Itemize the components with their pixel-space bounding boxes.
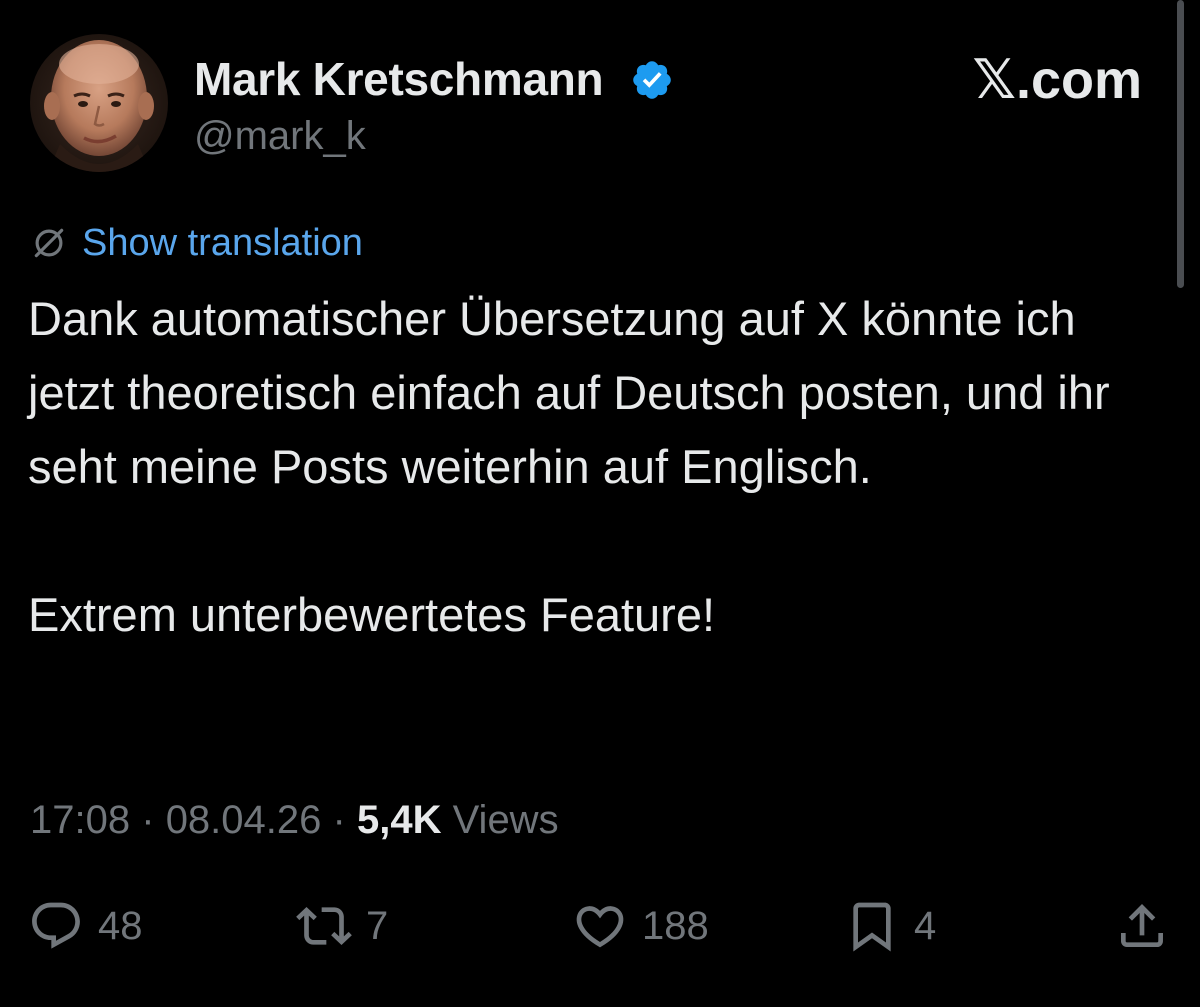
repost-count: 7 [366, 903, 389, 948]
author-name[interactable]: Mark Kretschmann [194, 52, 604, 106]
share-icon [1121, 904, 1163, 947]
avatar-photo [30, 34, 168, 172]
scrollbar[interactable] [1177, 0, 1184, 288]
post-time[interactable]: 17:08 [30, 798, 130, 842]
verified-badge-icon[interactable] [630, 58, 674, 102]
avatar[interactable] [30, 34, 168, 172]
post-meta: 17:08 · 08.04.26 · 5,4K Views [30, 798, 559, 843]
like-count: 188 [642, 903, 709, 948]
bookmark-icon [853, 902, 891, 952]
post-paragraph: Dank automatischer Übersetzung auf X kön… [28, 292, 1110, 493]
bookmark-button[interactable]: 4 [844, 896, 936, 956]
post-date[interactable]: 08.04.26 [166, 798, 322, 842]
translate-icon [34, 228, 64, 258]
views-label: Views [452, 798, 559, 842]
heart-icon [576, 906, 624, 948]
meta-separator: · [332, 798, 346, 842]
reply-icon [32, 902, 80, 949]
like-button[interactable]: 188 [572, 896, 709, 956]
repost-icon [296, 907, 352, 945]
action-bar: 48 7 188 4 [0, 896, 1200, 956]
bookmark-count: 4 [914, 903, 937, 948]
post-text: Dank automatischer Übersetzung auf X kön… [28, 282, 1168, 652]
reply-count: 48 [98, 903, 143, 948]
meta-separator: · [141, 798, 155, 842]
show-translation-link[interactable]: Show translation [82, 222, 363, 265]
repost-button[interactable]: 7 [296, 896, 388, 956]
brand-watermark: 𝕏.com [972, 50, 1142, 110]
views-count[interactable]: 5,4K [357, 798, 442, 842]
reply-button[interactable]: 48 [28, 896, 143, 956]
author-handle[interactable]: @mark_k [194, 114, 366, 159]
post-paragraph: Extrem unterbewertetes Feature! [28, 588, 716, 641]
translation-row[interactable]: Show translation [30, 220, 363, 266]
share-button[interactable] [1114, 896, 1170, 956]
